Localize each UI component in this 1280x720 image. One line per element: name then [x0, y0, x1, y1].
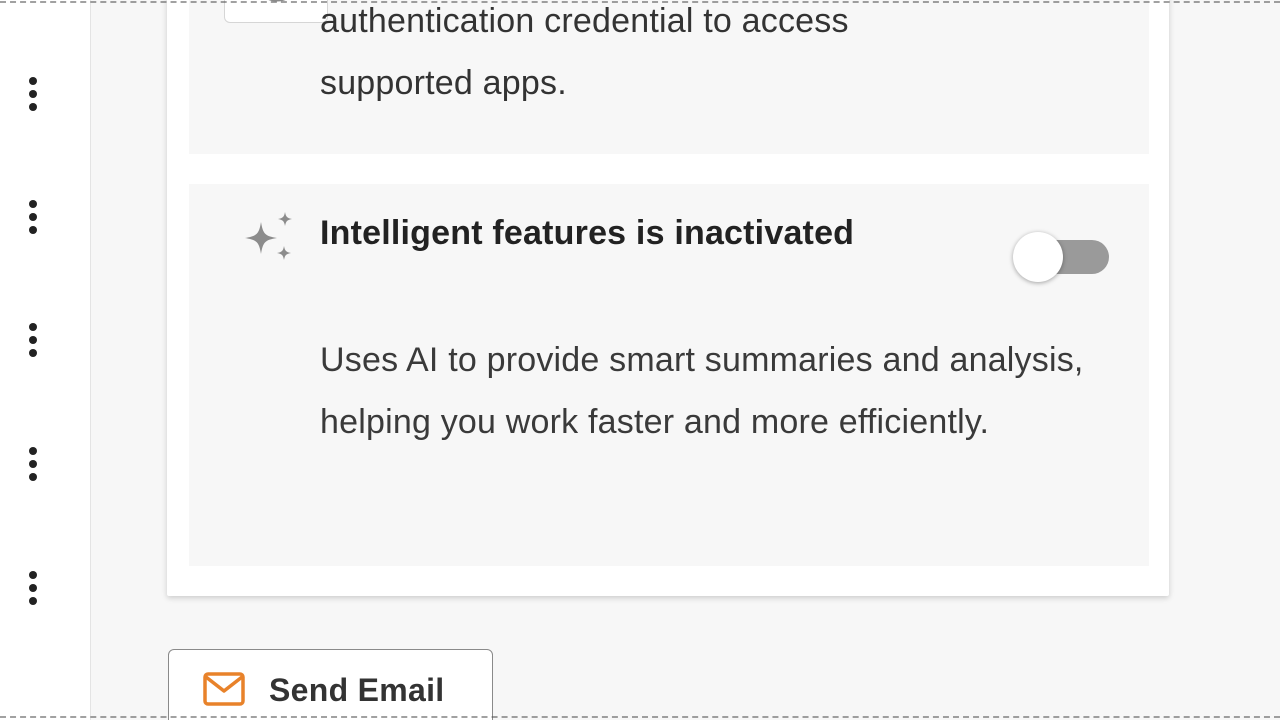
more-vertical-icon[interactable] [26, 198, 40, 238]
mail-icon [203, 672, 245, 706]
credential-card: authentication credential to access supp… [189, 0, 1149, 154]
intelligent-features-description: Uses AI to provide smart summaries and a… [320, 341, 1084, 441]
send-email-label: Send Email [269, 672, 445, 708]
app-frame: authentication credential to access supp… [0, 0, 1280, 720]
frame-border-bottom [0, 716, 1280, 718]
intelligent-features-title: Intelligent features is inactivated [320, 214, 855, 252]
frame-border-top [0, 1, 1280, 3]
credential-description: authentication credential to access supp… [320, 0, 849, 114]
more-vertical-icon[interactable] [26, 321, 40, 361]
send-email-button[interactable]: Send Email [168, 649, 493, 720]
more-vertical-icon[interactable] [26, 445, 40, 485]
intelligent-features-card: Intelligent features is inactivated Uses… [189, 184, 1149, 566]
gear-badge-icon [224, 0, 328, 23]
settings-panel: authentication credential to access supp… [167, 0, 1169, 596]
credential-description-line: supported apps. [320, 64, 567, 102]
more-vertical-icon[interactable] [26, 75, 40, 115]
more-vertical-icon[interactable] [26, 569, 40, 609]
credential-description-line: authentication credential to access [320, 2, 849, 40]
row-actions-gutter [0, 0, 91, 720]
sparkle-icon [245, 212, 292, 260]
toggle-knob [1013, 232, 1063, 282]
intelligent-features-toggle[interactable] [1013, 232, 1113, 282]
